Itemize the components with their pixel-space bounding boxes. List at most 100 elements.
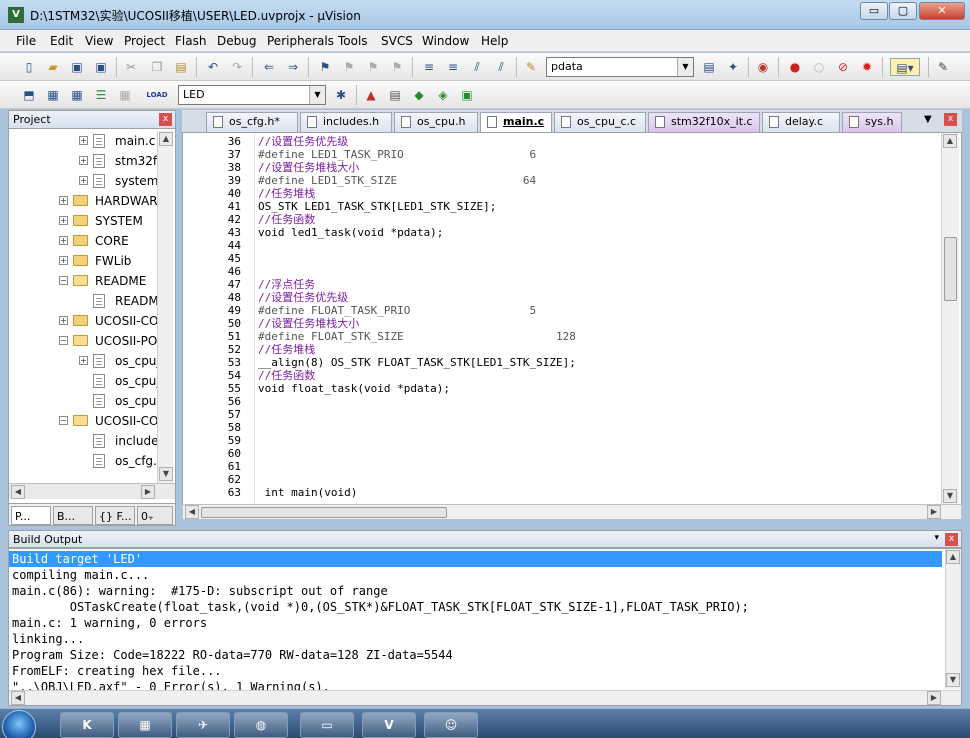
tab-project[interactable]: P...	[11, 506, 51, 525]
event-recorder-icon[interactable]: ▣	[458, 86, 476, 104]
file-tab[interactable]: includes.h	[300, 112, 392, 132]
scroll-down-icon[interactable]: ▼	[946, 673, 960, 687]
bookmark-icon[interactable]: ⚑	[316, 58, 334, 76]
scroll-up-icon[interactable]: ▲	[943, 134, 957, 148]
tree-item[interactable]: + CORE	[9, 231, 157, 251]
expand-icon[interactable]: +	[79, 156, 88, 165]
tree-item[interactable]: + main.c	[9, 131, 157, 151]
uncomment-icon[interactable]: ⫽	[492, 58, 510, 76]
batch-build-icon[interactable]: ☰	[92, 86, 110, 104]
new-file-icon[interactable]: ▯	[20, 58, 38, 76]
menu-svcs[interactable]: SVCS	[381, 34, 413, 48]
open-folder-icon[interactable]: ▰	[44, 58, 62, 76]
tab-functions[interactable]: {} F...	[95, 506, 135, 525]
tab-books[interactable]: B...	[53, 506, 93, 525]
scrollbar-thumb[interactable]	[201, 507, 447, 518]
collapse-icon[interactable]: −	[59, 416, 68, 425]
breakpoint-icon[interactable]: ●	[786, 58, 804, 76]
menu-file[interactable]: File	[16, 34, 36, 48]
expand-icon[interactable]: +	[59, 256, 68, 265]
tree-item[interactable]: − README	[9, 271, 157, 291]
redo-icon[interactable]: ↷	[228, 58, 246, 76]
configure-tools-icon[interactable]: ✎	[934, 58, 952, 76]
build-output-panel[interactable]: Build target 'LED' compiling main.c... mai…	[8, 548, 962, 706]
clear-bookmarks-icon[interactable]: ⚑	[388, 58, 406, 76]
scroll-right-icon[interactable]: ▶	[141, 485, 155, 499]
translate-icon[interactable]: ⬒	[20, 86, 38, 104]
close-icon[interactable]: x	[945, 533, 958, 546]
editor-vertical-scrollbar[interactable]: ▲ ▼	[941, 133, 959, 505]
tree-item[interactable]: os_cpu.	[9, 391, 157, 411]
disable-all-breakpoints-icon[interactable]: ⊘	[834, 58, 852, 76]
load-icon[interactable]: LOAD	[146, 86, 168, 104]
find-in-files-icon[interactable]: ✎	[522, 58, 540, 76]
qq-icon[interactable]: ✈	[176, 712, 230, 738]
expand-icon[interactable]: +	[79, 136, 88, 145]
menu-tools[interactable]: Tools	[338, 34, 368, 48]
window-layout-icon[interactable]: ▤▾	[890, 58, 920, 76]
start-button[interactable]	[2, 710, 36, 738]
close-icon[interactable]: x	[159, 113, 172, 126]
expand-icon[interactable]: +	[59, 216, 68, 225]
tree-item[interactable]: + stm32f1	[9, 151, 157, 171]
select-packs-icon[interactable]: ▤	[386, 86, 404, 104]
menu-project[interactable]: Project	[124, 34, 165, 48]
tree-item[interactable]: includes	[9, 431, 157, 451]
close-button[interactable]: ✕	[919, 2, 965, 20]
tree-item[interactable]: − UCOSII-COI	[9, 411, 157, 431]
chrome-icon[interactable]: ◍	[234, 712, 288, 738]
menu-edit[interactable]: Edit	[50, 34, 73, 48]
maximize-button[interactable]: ▢	[889, 2, 917, 20]
expand-icon[interactable]: +	[59, 316, 68, 325]
menu-view[interactable]: View	[85, 34, 113, 48]
menu-help[interactable]: Help	[481, 34, 508, 48]
file-tab[interactable]: os_cpu.h	[394, 112, 478, 132]
file-tab[interactable]: delay.c	[762, 112, 840, 132]
tree-horizontal-scrollbar[interactable]: ◀ ▶	[9, 483, 175, 499]
scroll-left-icon[interactable]: ◀	[11, 485, 25, 499]
scroll-up-icon[interactable]: ▲	[159, 132, 173, 146]
indent-icon[interactable]: ≡	[420, 58, 438, 76]
scroll-right-icon[interactable]: ▶	[927, 691, 941, 705]
file-tab[interactable]: main.c	[480, 112, 552, 132]
find-combo[interactable]: pdata ▼	[546, 57, 694, 77]
chevron-down-icon[interactable]: ▼	[309, 86, 325, 104]
collapse-icon[interactable]: −	[59, 276, 68, 285]
cut-icon[interactable]: ✂	[122, 58, 140, 76]
target-options-icon[interactable]: ✱	[332, 86, 350, 104]
paste-icon[interactable]: ▤	[172, 58, 190, 76]
target-combo[interactable]: LED ▼	[178, 85, 326, 105]
tree-item[interactable]: + UCOSII-COR	[9, 311, 157, 331]
tab-list-chevron-icon[interactable]: ▼	[924, 114, 932, 125]
tree-vertical-scrollbar[interactable]: ▲ ▼	[157, 131, 173, 483]
manage-project-items-icon[interactable]: ▲	[362, 86, 380, 104]
unindent-icon[interactable]: ≡	[444, 58, 462, 76]
tree-item[interactable]: os_cpu_	[9, 371, 157, 391]
tree-item[interactable]: + SYSTEM	[9, 211, 157, 231]
tree-item[interactable]: + HARDWARE	[9, 191, 157, 211]
prev-bookmark-icon[interactable]: ⚑	[340, 58, 358, 76]
tree-item[interactable]: + os_cpu_	[9, 351, 157, 371]
scroll-down-icon[interactable]: ▼	[943, 489, 957, 503]
explorer-icon[interactable]: ▦	[118, 712, 172, 738]
tree-item[interactable]: README	[9, 291, 157, 311]
scroll-left-icon[interactable]: ◀	[185, 505, 199, 519]
expand-icon[interactable]: +	[59, 196, 68, 205]
expand-icon[interactable]: +	[79, 356, 88, 365]
folder-icon[interactable]: ▭	[300, 712, 354, 738]
menu-debug[interactable]: Debug	[217, 34, 256, 48]
pack-installer-icon[interactable]: ◈	[434, 86, 452, 104]
build-vertical-scrollbar[interactable]: ▲ ▼	[945, 549, 961, 689]
stop-build-icon[interactable]: ▦	[116, 86, 134, 104]
manage-rte-icon[interactable]: ◆	[410, 86, 428, 104]
build-icon[interactable]: ▦	[44, 86, 62, 104]
expand-icon[interactable]: +	[59, 236, 68, 245]
navigate-forward-icon[interactable]: ⇒	[284, 58, 302, 76]
next-bookmark-icon[interactable]: ⚑	[364, 58, 382, 76]
rebuild-icon[interactable]: ▦	[68, 86, 86, 104]
pin-icon[interactable]: ▾	[934, 533, 939, 543]
disable-breakpoint-icon[interactable]: ○	[810, 58, 828, 76]
save-all-icon[interactable]: ▣	[92, 58, 110, 76]
close-icon[interactable]: x	[944, 113, 957, 126]
find-icon[interactable]: ▤	[700, 58, 718, 76]
